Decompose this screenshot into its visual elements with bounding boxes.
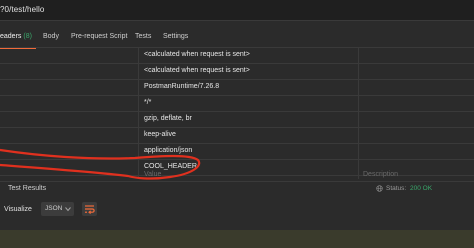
url-bar[interactable]: ?0/test/hello [0,0,474,21]
globe-icon [376,185,383,192]
table-row: PostmanRuntime/7.26.8 [0,80,474,96]
visualize-button[interactable]: Visualize [2,202,34,217]
tab-pre-request-script[interactable]: Pre-request Script [71,33,127,40]
header-value[interactable]: PostmanRuntime/7.26.8 [144,83,219,90]
tab-settings[interactable]: Settings [163,33,188,40]
test-results-tab[interactable]: Test Results [8,185,46,192]
table-row: <calculated when request is sent> [0,64,474,80]
tab-headers-label: eaders [0,33,22,40]
table-row: keep-alive [0,128,474,144]
header-value[interactable]: application/json [144,147,192,154]
table-row: <calculated when request is sent> [0,48,474,64]
value-placeholder[interactable]: Value [144,171,161,178]
chevron-down-icon [65,207,71,212]
wrap-lines-button[interactable] [82,202,97,216]
tab-headers[interactable]: eaders (8) [0,33,32,40]
response-body [0,230,474,248]
status-label: Status: [386,185,407,192]
description-placeholder[interactable]: Description [363,171,398,178]
tab-headers-count: (8) [23,33,32,40]
header-value[interactable]: gzip, deflate, br [144,115,192,122]
tab-body[interactable]: Body [43,33,59,40]
header-value[interactable]: <calculated when request is sent> [144,67,250,74]
tab-tests[interactable]: Tests [135,33,151,40]
format-select[interactable]: JSON [41,202,74,216]
table-row: gzip, deflate, br [0,112,474,128]
header-value[interactable]: keep-alive [144,131,176,138]
table-row: application/json [0,144,474,160]
request-tabs: eaders (8) Body Pre-request Script Tests… [0,30,474,49]
headers-table: <calculated when request is sent> <calcu… [0,47,474,180]
response-toolbar: Visualize JSON [0,199,474,221]
header-value[interactable]: <calculated when request is sent> [144,51,250,58]
status-value[interactable]: 200 OK [410,185,432,192]
table-row: */* [0,96,474,112]
format-select-value: JSON [45,205,63,212]
wrap-lines-icon [85,205,95,215]
header-value[interactable]: */* [144,99,151,106]
request-url[interactable]: ?0/test/hello [0,5,44,14]
response-status-bar: Test Results Status: 200 OK [0,181,474,197]
